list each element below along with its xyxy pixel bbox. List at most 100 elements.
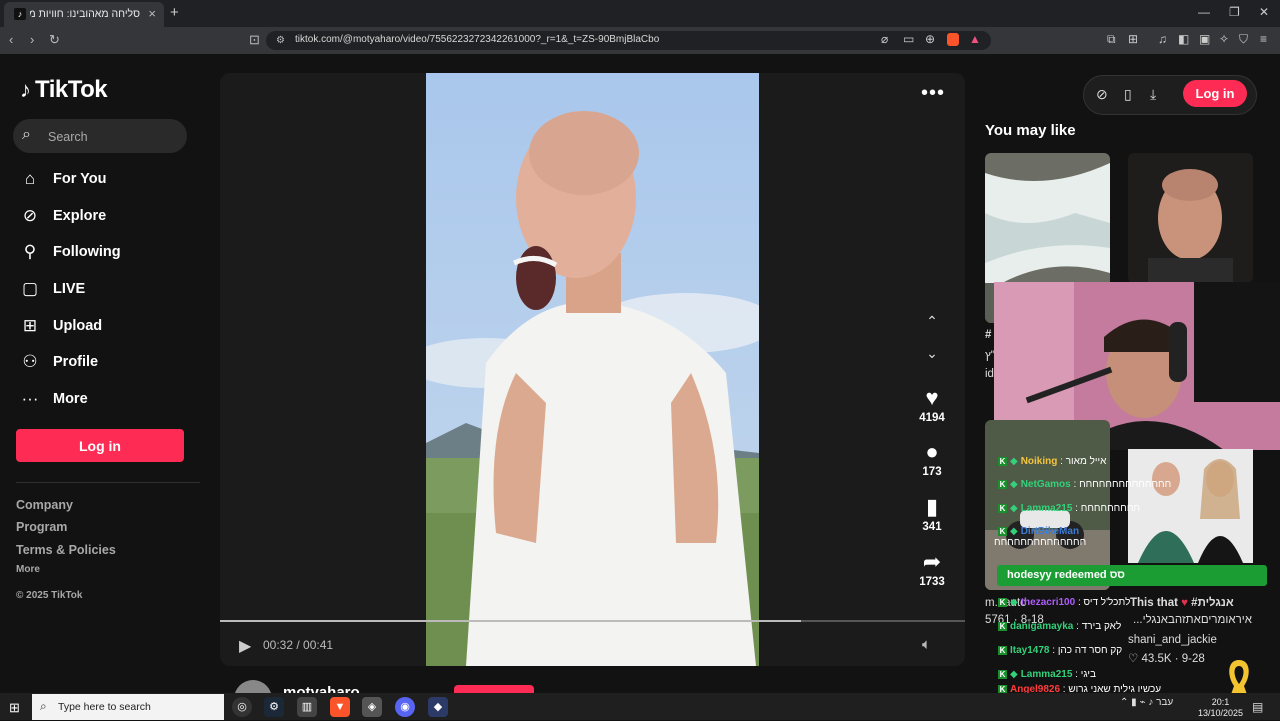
heart-icon[interactable]: ♥ xyxy=(910,386,954,410)
taskbar-app-icon[interactable]: ◆ xyxy=(428,697,448,717)
steam-icon[interactable]: ⚙ xyxy=(264,697,284,717)
compass-icon[interactable]: ⊘ xyxy=(1096,86,1108,103)
share-icon[interactable]: ➦ xyxy=(910,550,954,574)
brave-shield-icon[interactable] xyxy=(947,33,959,46)
reload-icon[interactable]: ↻ xyxy=(49,32,60,48)
footer-company-link[interactable]: Company xyxy=(16,498,73,512)
chat-username: NetGamos xyxy=(1020,479,1071,490)
nav-more[interactable]: ··· More xyxy=(18,384,198,414)
vpn-icon[interactable]: ⛉ xyxy=(1239,32,1248,47)
chat-message: חחחחחחחחחחחחחח xyxy=(994,537,1087,548)
window-close-button[interactable]: ✕ xyxy=(1259,5,1269,19)
menu-icon[interactable]: ≡ xyxy=(1260,32,1267,46)
sub-badge-icon: ◆ xyxy=(1010,503,1018,514)
sub-badge-icon: ◆ xyxy=(1010,479,1018,490)
nav-profile[interactable]: ⚇ Profile xyxy=(18,347,198,377)
back-icon[interactable]: ‹ xyxy=(9,32,13,47)
network-icon[interactable]: ⌁ xyxy=(1139,697,1145,708)
search-box[interactable]: ⌕ xyxy=(13,119,187,153)
compass-icon: ⊘ xyxy=(22,206,38,225)
login-button[interactable]: Log in xyxy=(16,429,184,462)
taskbar-search[interactable]: ⌕ Type here to search xyxy=(32,694,224,720)
site-settings-icon[interactable]: ⚙ xyxy=(276,35,285,46)
play-icon[interactable]: ▶ xyxy=(239,636,251,656)
kick-badge-icon: K xyxy=(998,622,1007,631)
nav-upload[interactable]: ⊞ Upload xyxy=(18,311,198,341)
card-d-title-line2: איראומריםאתזהבאנגלי... xyxy=(1133,614,1252,626)
leo-ai-icon[interactable]: ✧ xyxy=(1219,32,1229,46)
volume-icon[interactable]: ♪ xyxy=(1148,697,1153,708)
kick-badge-icon: K xyxy=(998,598,1007,607)
share-count: 1733 xyxy=(919,576,945,588)
nav-live[interactable]: ▢ LIVE xyxy=(18,274,198,304)
media-icon[interactable]: ♫ xyxy=(1158,32,1167,46)
kick-badge-icon: K xyxy=(998,670,1007,679)
zoom-icon[interactable]: ⊕ xyxy=(925,32,935,46)
download-icon[interactable]: ⤓ xyxy=(1150,86,1156,103)
man-thumbnail-image xyxy=(1128,153,1253,283)
window-maximize-button[interactable]: ❐ xyxy=(1229,5,1240,19)
window-minimize-button[interactable]: — xyxy=(1198,5,1210,19)
no-tracking-icon[interactable]: ⌀ xyxy=(881,32,888,46)
person-icon: ⚇ xyxy=(22,352,38,371)
tiktok-logo[interactable]: ♪ TikTok xyxy=(20,76,108,104)
nav-label: Profile xyxy=(53,354,99,370)
chat-line: K Itay1478 : קק חסר דה כהן xyxy=(998,645,1123,656)
nav-following[interactable]: ⚲ Following xyxy=(18,237,198,267)
search-input[interactable] xyxy=(46,125,180,149)
bookmark-icon[interactable]: ⊡ xyxy=(249,32,260,48)
clock-time: 20:1 xyxy=(1211,697,1230,707)
save-action[interactable]: ▮ 341 xyxy=(910,495,954,534)
footer-terms-link[interactable]: Terms & Policies xyxy=(16,543,116,557)
recommended-video-thumbnail[interactable] xyxy=(1128,153,1253,283)
footer-program-link[interactable]: Program xyxy=(16,520,67,534)
next-video-icon[interactable]: ⌄ xyxy=(918,345,946,373)
kick-badge-icon: K xyxy=(998,480,1007,489)
phone-icon[interactable]: ▯ xyxy=(1124,86,1132,103)
previous-video-icon[interactable]: ⌃ xyxy=(918,313,946,341)
url-text[interactable]: tiktok.com/@motyaharo/video/755622327234… xyxy=(295,34,659,45)
language-indicator[interactable]: עבר xyxy=(1156,697,1173,708)
forward-icon[interactable]: › xyxy=(30,32,34,47)
card-a-title-partial[interactable]: # xyxy=(985,329,991,341)
bookmark-icon[interactable]: ▮ xyxy=(910,495,954,519)
like-action[interactable]: ♥ 4194 xyxy=(910,386,954,425)
footer-more-link[interactable]: More xyxy=(16,564,40,575)
video-frame[interactable] xyxy=(426,73,759,666)
notifications-icon[interactable]: ▤ xyxy=(1252,700,1263,714)
chat-message: לאק בירד xyxy=(1081,621,1122,632)
windows-start-icon[interactable]: ⊞ xyxy=(9,700,20,716)
cast-icon[interactable]: ▭ xyxy=(903,32,914,46)
screenshot-icon[interactable]: ⊞ xyxy=(1128,32,1138,46)
new-tab-button[interactable]: + xyxy=(170,4,179,21)
share-action[interactable]: ➦ 1733 xyxy=(910,550,954,589)
ellipsis-icon: ··· xyxy=(21,389,39,408)
brave-browser-icon[interactable]: ▼ xyxy=(330,697,350,717)
like-count: 4194 xyxy=(919,412,945,424)
comment-action[interactable]: ● 173 xyxy=(910,440,954,479)
card-d-caption[interactable]: This that ♥ #אנגלית xyxy=(1130,597,1234,609)
card-d-user[interactable]: shani_and_jackie xyxy=(1128,634,1217,646)
rewards-icon[interactable]: ▲ xyxy=(969,32,981,46)
tray-chevron-icon[interactable]: ⌃ xyxy=(1120,697,1128,708)
nav-for-you[interactable]: ⌂ For You xyxy=(18,164,198,194)
taskbar-app-icon[interactable]: ◈ xyxy=(362,697,382,717)
browser-tab[interactable]: ♪ סליחה מאהובינו: חוויות מרגשות × xyxy=(4,2,164,27)
comment-icon[interactable]: ● xyxy=(910,440,954,464)
taskbar-app-icon[interactable]: ▥ xyxy=(297,697,317,717)
extensions-icon[interactable]: ⧉ xyxy=(1107,32,1116,47)
sidebar-icon[interactable]: ◧ xyxy=(1178,32,1189,46)
nav-explore[interactable]: ⊘ Explore xyxy=(18,201,198,231)
chat-message: ביגי xyxy=(1080,669,1096,680)
chat-line: Kdanigamayka : לאק בירד xyxy=(998,621,1122,632)
taskbar-clock[interactable]: 20:1 13/10/2025 xyxy=(1198,697,1243,719)
taskbar-app-icon[interactable]: ◎ xyxy=(232,697,252,717)
tab-close-icon[interactable]: × xyxy=(148,6,156,21)
card-d-likes-row: ♡ 43.5K · 9-28 xyxy=(1128,651,1205,665)
wallet-icon[interactable]: ▣ xyxy=(1199,32,1210,46)
video-more-options-icon[interactable]: ••• xyxy=(921,82,945,105)
volume-icon[interactable]: 🔈︎ xyxy=(922,636,931,653)
discord-icon[interactable]: ◉ xyxy=(395,697,415,717)
top-login-button[interactable]: Log in xyxy=(1183,80,1247,107)
system-tray[interactable]: ⌃ ▮ ⌁ ♪ עבר xyxy=(1120,697,1173,708)
